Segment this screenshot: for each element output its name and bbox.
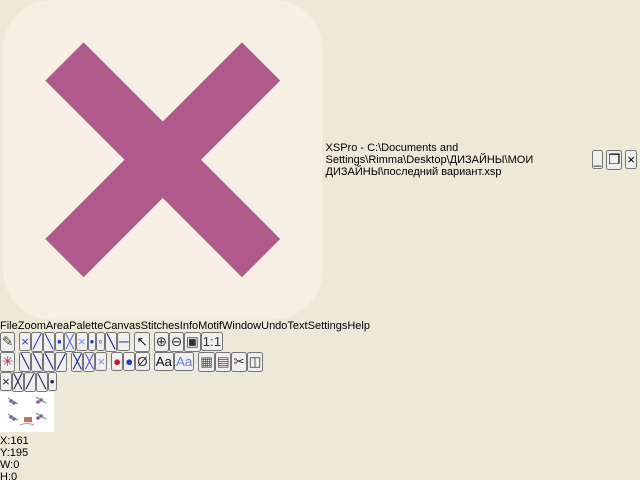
full-cross-stitch-tool[interactable]: × — [19, 332, 31, 351]
y-value: 195 — [10, 447, 28, 459]
x-label: X: — [0, 435, 10, 447]
titlebar: XSPro - C:\Documents and Settings\Rimma\… — [0, 0, 640, 320]
cross-variant-b-tool[interactable]: ╳ — [83, 352, 95, 372]
pencil-tool[interactable]: ✎ — [0, 332, 15, 352]
longstitch-tool[interactable]: ─ — [117, 332, 130, 351]
pattern-preview-thumbnail — [0, 392, 54, 432]
h-label: H: — [0, 471, 11, 480]
coordinates-panel: X:161 Y:195 W:0 H:0 — [0, 435, 640, 480]
menu-item[interactable]: Window — [222, 320, 261, 332]
h-value: 0 — [11, 471, 17, 480]
stitch-half-tool[interactable]: ╱ — [24, 372, 36, 392]
fabric-color-button[interactable]: ● — [123, 352, 135, 371]
french-knot-tool[interactable]: • — [88, 332, 97, 351]
menu-item[interactable]: Text — [287, 320, 307, 332]
cut-button[interactable]: ✂ — [231, 352, 246, 372]
window-title: XSPro - C:\Documents and Settings\Rimma\… — [326, 142, 589, 178]
cross-variant-a-tool[interactable]: ╳ — [71, 352, 83, 372]
work-area: ×╳╱╲• X:1 — [0, 372, 640, 480]
thread-color-button[interactable]: ● — [111, 352, 123, 371]
menu-item[interactable]: Info — [180, 320, 198, 332]
font-color-button[interactable]: Aa — [174, 352, 194, 371]
font-button[interactable]: Aa — [154, 352, 174, 371]
menu-item[interactable]: Area — [46, 320, 69, 332]
half-cross-nw-tool[interactable]: ╲ — [43, 332, 55, 352]
stitch-back-tool[interactable]: ╲ — [36, 372, 48, 392]
stitch-tool-strip: ×╳╱╲• — [0, 372, 640, 392]
cross-variant-c-tool[interactable]: × — [95, 352, 107, 371]
y-label: Y: — [0, 447, 10, 459]
toolbar-row-1: ✎×╱╲▪╳×•◦╲─↖⊕⊖▣1:1 — [0, 332, 640, 352]
zoom-out-button[interactable]: ⊖ — [169, 332, 184, 352]
xspro-window: XSPro - C:\Documents and Settings\Rimma\… — [0, 0, 640, 480]
app-icon — [3, 0, 323, 320]
menu-item[interactable]: Canvas — [103, 320, 140, 332]
toolbar-row-2: ✳╲╲╲╱╳╳×●●ØAaAa▦▤✂◫ — [0, 352, 640, 372]
zoom-window-button[interactable]: ▣ — [184, 332, 201, 352]
menu-item[interactable]: Undo — [261, 320, 287, 332]
menu-item[interactable]: Zoom — [18, 320, 46, 332]
menu-item[interactable]: Help — [347, 320, 370, 332]
three-quarter-stitch-tool[interactable]: ╳ — [64, 332, 76, 352]
menu-item[interactable]: Palette — [69, 320, 103, 332]
stitch-dot-tool[interactable]: • — [48, 372, 57, 391]
bead-tool[interactable]: ◦ — [96, 332, 105, 351]
minimize-button[interactable]: _ — [592, 150, 603, 169]
menu-item[interactable]: File — [0, 320, 18, 332]
maximize-button[interactable]: ❐ — [606, 150, 622, 170]
quarter-stitch-tool[interactable]: ▪ — [55, 332, 64, 351]
select-arrow-tool[interactable]: ↖ — [134, 332, 149, 352]
half-cross-ne-tool[interactable]: ╱ — [31, 332, 43, 352]
palette-view-button[interactable]: ▤ — [215, 352, 232, 372]
backstitch-med-tool[interactable]: ╲ — [31, 352, 43, 372]
zoom-in-button[interactable]: ⊕ — [154, 332, 169, 352]
no-color-button[interactable]: Ø — [135, 352, 149, 371]
menu-item[interactable]: Stitches — [141, 320, 180, 332]
w-label: W: — [0, 459, 13, 471]
stitch-small-x-tool[interactable]: × — [0, 372, 12, 391]
w-value: 0 — [13, 459, 19, 471]
zoom-100-button[interactable]: 1:1 — [201, 332, 224, 351]
stitch-large-x-tool[interactable]: ╳ — [12, 372, 24, 392]
special-stitch-tool[interactable]: ✳ — [0, 352, 15, 372]
left-panel: ×╳╱╲• X:1 — [0, 372, 640, 480]
menu-item[interactable]: Settings — [308, 320, 348, 332]
info-panel-button[interactable]: ◫ — [247, 352, 264, 372]
menu-item[interactable]: Motif — [198, 320, 222, 332]
x-value: 161 — [10, 435, 28, 447]
grid-toggle-button[interactable]: ▦ — [198, 352, 215, 372]
backstitch-thin-tool[interactable]: ╲ — [19, 352, 31, 372]
backstitch-diag-tool[interactable]: ╱ — [55, 352, 67, 372]
menubar: FileZoomAreaPaletteCanvasStitchesInfoMot… — [0, 320, 640, 332]
backstitch-tool[interactable]: ╲ — [105, 332, 117, 352]
pattern-preview[interactable] — [0, 392, 640, 435]
petite-stitch-tool[interactable]: × — [76, 332, 88, 351]
close-button[interactable]: × — [625, 150, 637, 169]
backstitch-thick-tool[interactable]: ╲ — [43, 352, 55, 372]
